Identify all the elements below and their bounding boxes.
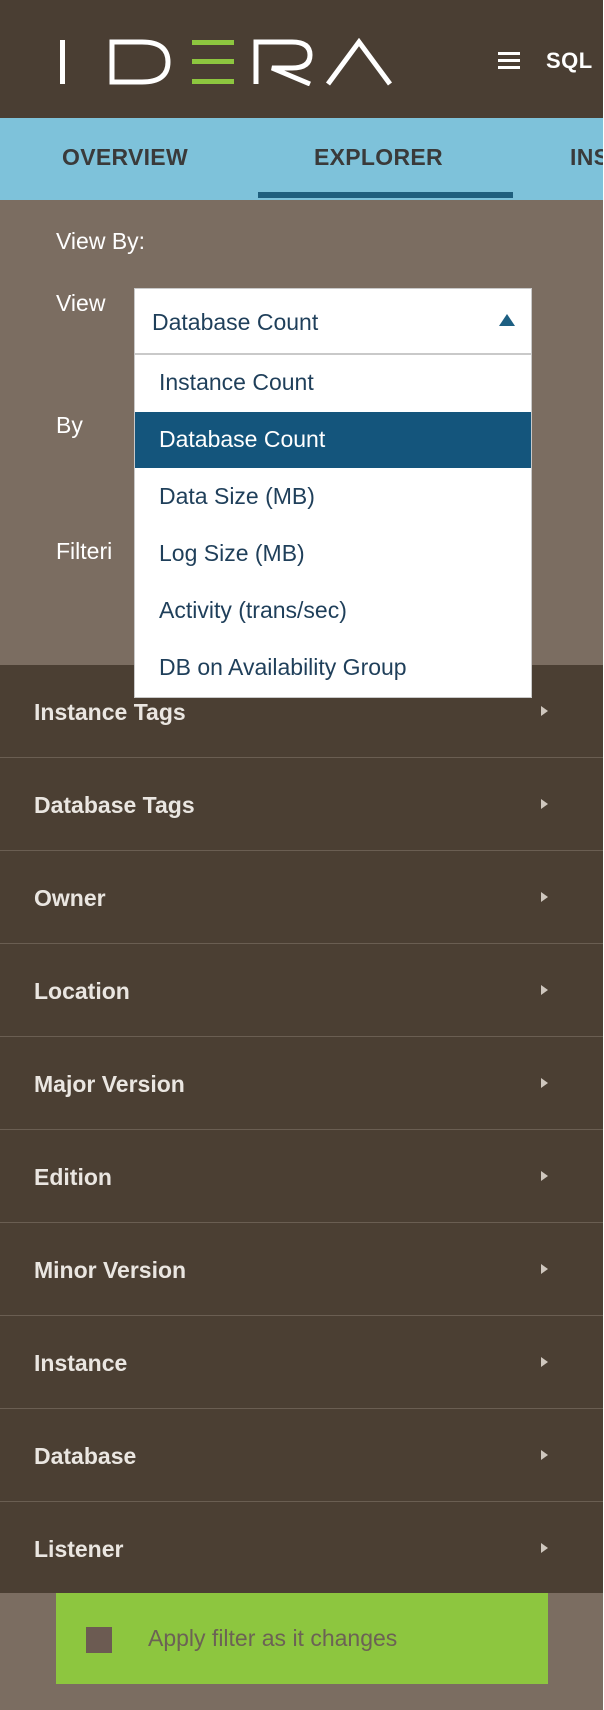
tab-overview[interactable]: OVERVIEW (62, 144, 188, 171)
filter-label: Major Version (34, 1071, 185, 1097)
option-db-availability-group[interactable]: DB on Availability Group (135, 640, 531, 696)
chevron-right-icon (541, 1264, 548, 1274)
filter-row-edition[interactable]: Edition (0, 1130, 603, 1223)
filter-label: Instance Tags (34, 699, 186, 725)
option-activity[interactable]: Activity (trans/sec) (135, 583, 531, 639)
filter-label: Instance (34, 1350, 128, 1376)
filter-row-location[interactable]: Location (0, 944, 603, 1037)
option-instance-count[interactable]: Instance Count (135, 355, 531, 411)
filter-footer: Apply filter as it changes (0, 1593, 603, 1710)
caret-up-icon (499, 314, 515, 326)
chevron-right-icon (541, 1543, 548, 1553)
chevron-right-icon (541, 1171, 548, 1181)
apply-filter-checkbox[interactable] (86, 1627, 112, 1653)
filter-label: Edition (34, 1164, 112, 1190)
view-select[interactable]: Database Count (134, 288, 532, 354)
view-label: View (56, 290, 106, 316)
filter-label: Location (34, 978, 130, 1004)
tab-bar: OVERVIEW EXPLORER INS (0, 118, 603, 200)
chevron-right-icon (541, 1450, 548, 1460)
view-options-list: Instance Count Database Count Data Size … (134, 354, 532, 698)
product-label[interactable]: SQL (546, 48, 593, 74)
filter-label: Database Tags (34, 792, 195, 818)
filter-row-listener[interactable]: Listener (0, 1502, 603, 1595)
menu-icon[interactable] (498, 52, 520, 70)
idera-logo (60, 38, 393, 86)
filter-label: Listener (34, 1536, 124, 1562)
by-label: By (56, 412, 83, 438)
filter-row-database[interactable]: Database (0, 1409, 603, 1502)
option-database-count[interactable]: Database Count (135, 412, 531, 468)
apply-filter-toggle[interactable]: Apply filter as it changes (56, 1593, 548, 1684)
chevron-right-icon (541, 1357, 548, 1367)
filter-row-major-version[interactable]: Major Version (0, 1037, 603, 1130)
filtering-label: Filteri (56, 538, 113, 564)
apply-filter-label: Apply filter as it changes (148, 1625, 398, 1651)
chevron-right-icon (541, 892, 548, 902)
chevron-right-icon (541, 1078, 548, 1088)
chevron-right-icon (541, 799, 548, 809)
chevron-right-icon (541, 985, 548, 995)
filter-row-database-tags[interactable]: Database Tags (0, 758, 603, 851)
option-data-size[interactable]: Data Size (MB) (135, 469, 531, 525)
tab-explorer[interactable]: EXPLORER (314, 144, 443, 171)
filter-row-instance[interactable]: Instance (0, 1316, 603, 1409)
tab-instances[interactable]: INS (570, 144, 603, 171)
view-by-heading: View By: (56, 228, 146, 254)
filter-list: Instance Tags Database Tags Owner Locati… (0, 665, 603, 1595)
app: SQL OVERVIEW EXPLORER INS View By: View … (0, 0, 603, 1710)
option-log-size[interactable]: Log Size (MB) (135, 526, 531, 582)
view-select-value: Database Count (152, 309, 319, 335)
filter-label: Minor Version (34, 1257, 187, 1283)
filter-label: Database (34, 1443, 137, 1469)
filter-label: Owner (34, 885, 106, 911)
active-tab-indicator (258, 192, 513, 198)
chevron-right-icon (541, 706, 548, 716)
filter-row-minor-version[interactable]: Minor Version (0, 1223, 603, 1316)
top-header: SQL (0, 0, 603, 118)
filter-row-owner[interactable]: Owner (0, 851, 603, 944)
